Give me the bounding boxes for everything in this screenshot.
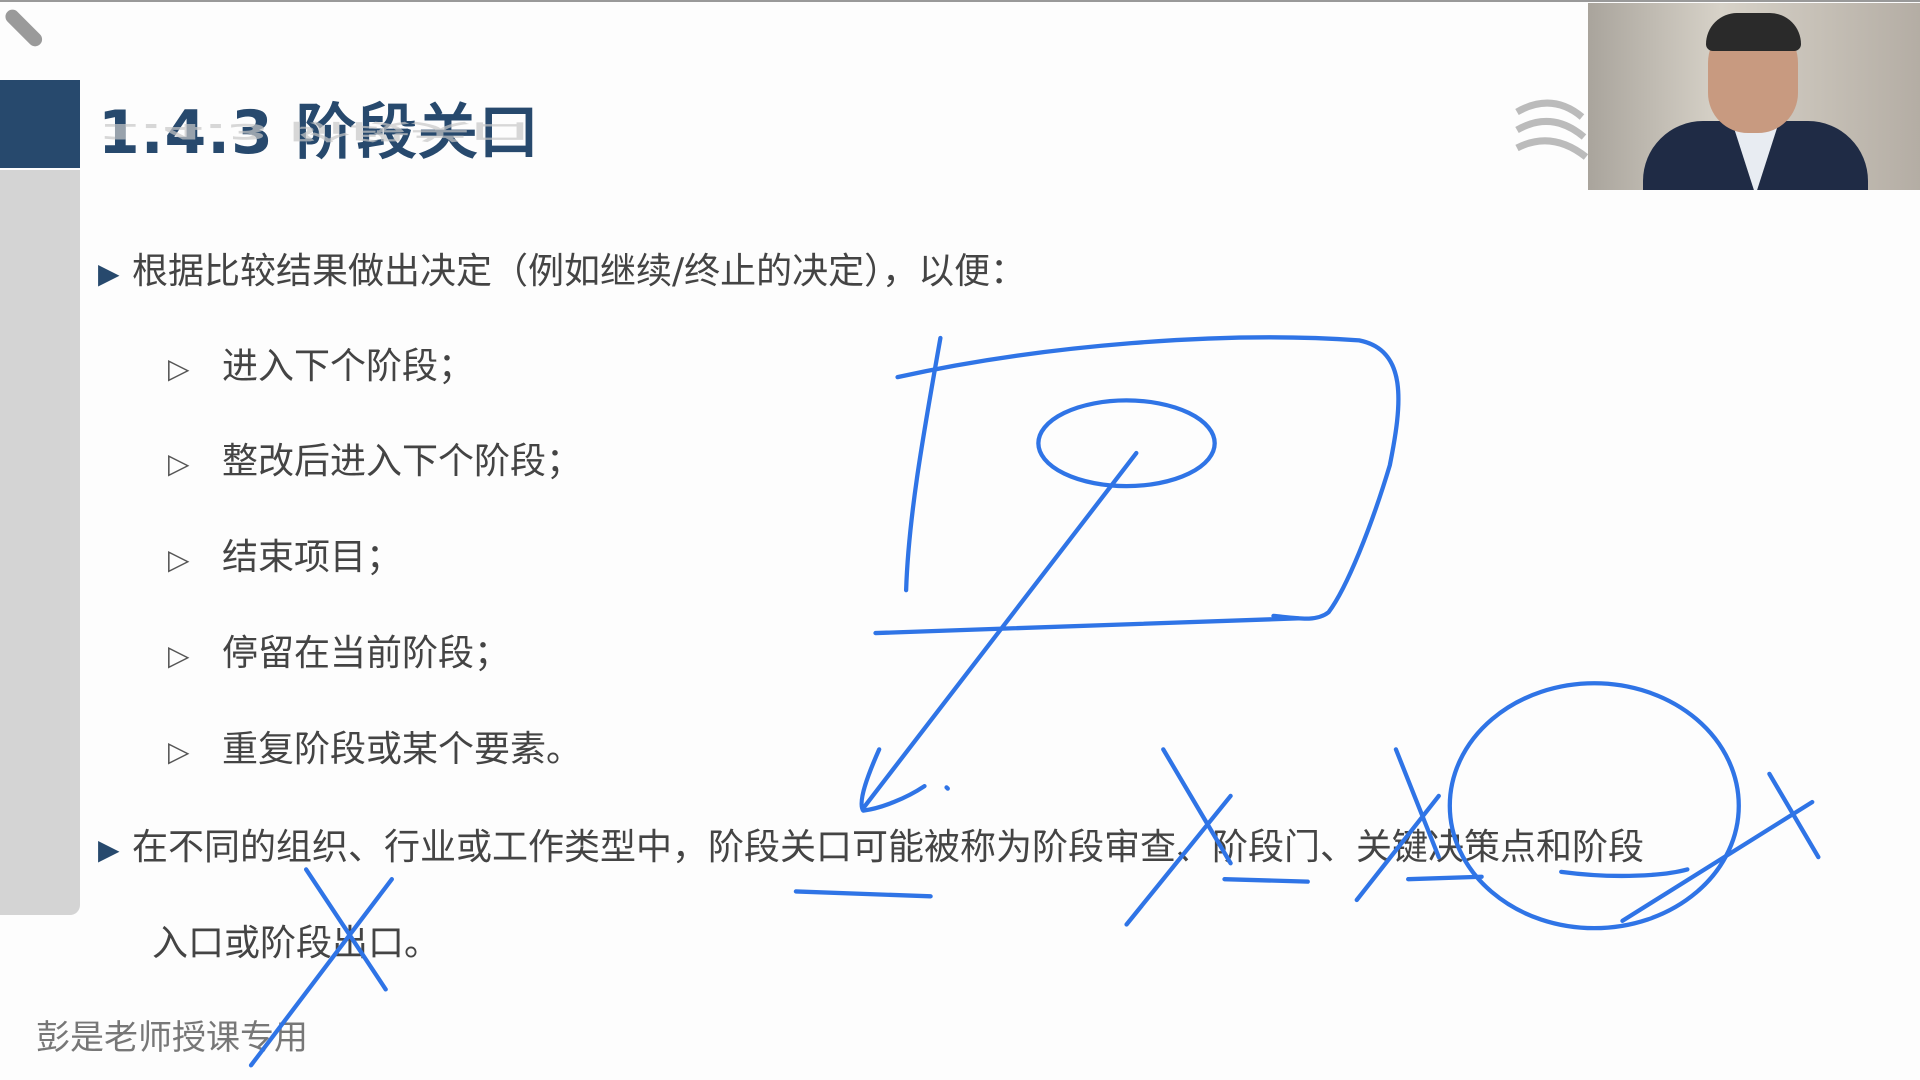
sub-bullet-text: 停留在当前阶段；	[222, 633, 511, 674]
top-border	[0, 0, 1920, 2]
webcam-video	[1588, 3, 1920, 190]
sub-marker: ▷	[168, 447, 190, 480]
sub-marker: ▷	[168, 352, 190, 385]
bullet-marker: ▶	[98, 257, 120, 290]
ink-arrow-head	[859, 747, 927, 813]
watermark-footer: 彭是老师授课专用	[36, 1018, 308, 1058]
ink-small-circle	[1036, 398, 1217, 489]
sub-bullet: ▷ 重复阶段或某个要素。	[168, 720, 582, 772]
bullet-marker: ▶	[98, 833, 120, 866]
left-decor-strip	[0, 170, 80, 915]
sub-bullet-text: 重复阶段或某个要素。	[222, 729, 583, 770]
title-accent-block	[0, 80, 80, 168]
ink-underline-3	[1406, 874, 1484, 882]
logo-icon	[1515, 99, 1589, 160]
sub-bullet: ▷ 进入下个阶段；	[168, 337, 474, 389]
sub-bullet-text: 进入下个阶段；	[222, 346, 475, 387]
sub-marker: ▷	[168, 735, 190, 768]
sub-bullet: ▷ 整改后进入下个阶段；	[168, 432, 582, 484]
slide-title-reflection: 1.4.3 阶段关口	[98, 118, 530, 144]
bullet-2-text: 在不同的组织、行业或工作类型中，阶段关口可能被称为阶段审查、阶段门、关键决策点和…	[132, 827, 1645, 868]
sub-bullet-text: 结束项目；	[222, 537, 403, 578]
presenter-hair	[1706, 13, 1801, 51]
bullet-1: ▶ 根据比较结果做出决定（例如继续/终止的决定），以便：	[98, 242, 1026, 294]
sub-bullet: ▷ 停留在当前阶段；	[168, 624, 510, 676]
sub-bullet-text: 整改后进入下个阶段；	[222, 441, 583, 482]
ink-box-left	[903, 335, 943, 593]
sub-marker: ▷	[168, 639, 190, 672]
ink-arrow-line	[861, 450, 1139, 811]
ink-box-top-right	[895, 335, 1401, 621]
ink-dot	[944, 785, 950, 791]
ink-underline-stage-gate	[793, 889, 933, 899]
ink-underline-2	[1222, 877, 1310, 884]
bullet-2-continuation: 入口或阶段出口。	[152, 923, 441, 964]
ink-big-circle	[1447, 681, 1741, 931]
ink-cross-3	[1620, 771, 1821, 923]
pen-tool-icon[interactable]	[4, 4, 52, 52]
ink-underline-4	[1559, 867, 1690, 879]
bullet-2: ▶ 在不同的组织、行业或工作类型中，阶段关口可能被称为阶段审查、阶段门、关键决策点…	[98, 818, 1644, 870]
bullet-1-text: 根据比较结果做出决定（例如继续/终止的决定），以便：	[132, 251, 1027, 292]
sub-bullet: ▷ 结束项目；	[168, 528, 402, 580]
ink-box-bottom	[873, 616, 1301, 636]
sub-marker: ▷	[168, 543, 190, 576]
